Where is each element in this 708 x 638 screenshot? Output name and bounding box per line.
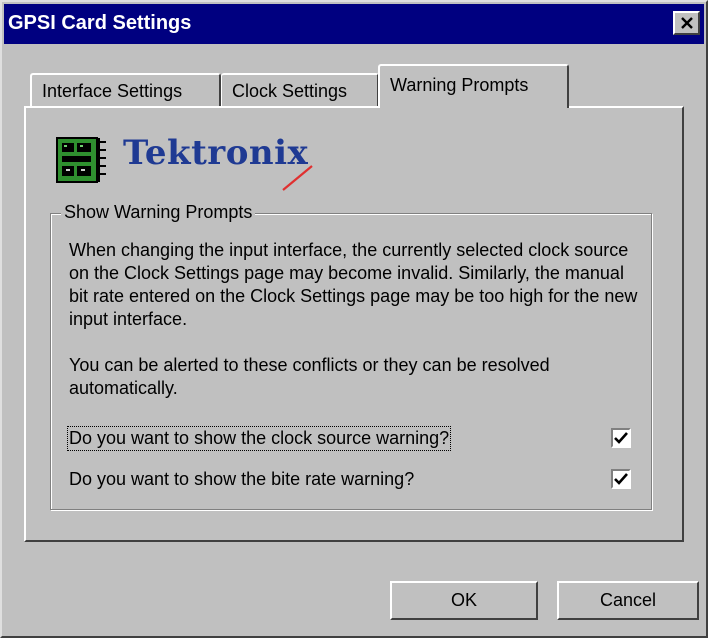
active-tab-joint xyxy=(380,104,567,110)
close-icon xyxy=(680,17,693,29)
tab-label: Interface Settings xyxy=(42,81,183,101)
description-text: When changing the input interface, the c… xyxy=(69,240,638,329)
clock-source-warning-checkbox[interactable] xyxy=(611,428,631,448)
window-title: GPSI Card Settings xyxy=(8,12,192,34)
bit-rate-warning-option[interactable]: Do you want to show the bite rate warnin… xyxy=(69,467,631,495)
tab-label: Clock Settings xyxy=(232,81,348,101)
check-icon xyxy=(614,432,628,444)
alert-description-text: You can be alerted to these conflicts or… xyxy=(69,355,550,398)
title-bar[interactable]: GPSI Card Settings xyxy=(4,4,704,44)
tab-label: Warning Prompts xyxy=(390,75,529,95)
bit-rate-warning-checkbox[interactable] xyxy=(611,469,631,489)
tab-warning-prompts[interactable]: Warning Prompts xyxy=(378,64,569,108)
checkbox-label[interactable]: Do you want to show the bite rate warnin… xyxy=(69,469,414,490)
check-icon xyxy=(614,473,628,485)
clock-source-warning-option[interactable]: Do you want to show the clock source war… xyxy=(66,426,631,454)
close-button[interactable] xyxy=(673,11,700,35)
checkbox-label[interactable]: Do you want to show the clock source war… xyxy=(66,426,452,451)
tab-interface-settings[interactable]: Interface Settings xyxy=(30,73,221,108)
warning-prompts-group: Show Warning Prompts When changing the i… xyxy=(50,202,652,510)
logo-accent-slash xyxy=(282,165,313,191)
cancel-button[interactable]: Cancel xyxy=(557,581,699,620)
group-title: Show Warning Prompts xyxy=(61,202,256,223)
ok-button[interactable]: OK xyxy=(390,581,538,620)
circuit-card-icon xyxy=(56,137,106,183)
tab-clock-settings[interactable]: Clock Settings xyxy=(221,73,379,108)
